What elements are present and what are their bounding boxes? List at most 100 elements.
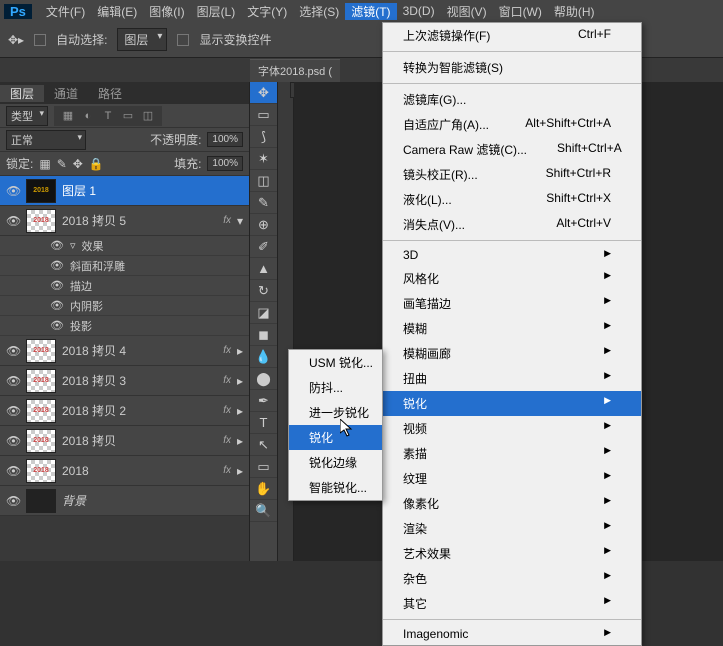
marquee-tool[interactable]: ▭ <box>250 104 277 126</box>
menu-sharpen-more[interactable]: 进一步锐化 <box>289 400 382 425</box>
fx-badge[interactable]: fx <box>223 435 231 446</box>
lock-trans-icon[interactable]: ▦ <box>39 157 50 171</box>
move-tool[interactable]: ✥ <box>250 82 277 104</box>
submenu-brushstrokes[interactable]: 画笔描边 <box>383 291 641 316</box>
visibility-icon[interactable]: 👁 <box>6 434 20 448</box>
menu-shake-reduce[interactable]: 防抖... <box>289 375 382 400</box>
menu-layer[interactable]: 图层(L) <box>191 3 242 20</box>
show-transform-checkbox[interactable] <box>177 34 189 46</box>
layer-kind-dropdown[interactable]: 类型 <box>6 106 48 126</box>
visibility-icon[interactable]: 👁 <box>50 319 64 332</box>
visibility-icon[interactable]: 👁 <box>50 279 64 292</box>
visibility-icon[interactable]: 👁 <box>50 259 64 272</box>
filter-adjust-icon[interactable]: ◐ <box>80 108 96 124</box>
history-brush-tool[interactable]: ↻ <box>250 280 277 302</box>
menu-filter-gallery[interactable]: 滤镜库(G)... <box>383 87 641 112</box>
fx-expand-icon[interactable]: ▸ <box>237 374 243 388</box>
menu-filter[interactable]: 滤镜(T) <box>345 3 396 20</box>
menu-lens-correction[interactable]: 镜头校正(R)...Shift+Ctrl+R <box>383 162 641 187</box>
opacity-value[interactable]: 100% <box>207 132 243 147</box>
fx-item[interactable]: 👁投影 <box>0 316 249 336</box>
visibility-icon[interactable]: 👁 <box>6 404 20 418</box>
menu-sharpen-edges[interactable]: 锐化边缘 <box>289 450 382 475</box>
menu-usm-sharpen[interactable]: USM 锐化... <box>289 350 382 375</box>
fx-expand-icon[interactable]: ▸ <box>237 464 243 478</box>
layer-row[interactable]: 👁 2018 2018 拷贝 5 fx▾ <box>0 206 249 236</box>
blend-mode-dropdown[interactable]: 正常 <box>6 130 86 150</box>
visibility-icon[interactable]: 👁 <box>6 494 20 508</box>
blur-tool[interactable]: 💧 <box>250 346 277 368</box>
auto-select-checkbox[interactable] <box>34 34 46 46</box>
menu-camera-raw[interactable]: Camera Raw 滤镜(C)...Shift+Ctrl+A <box>383 137 641 162</box>
submenu-blur[interactable]: 模糊 <box>383 316 641 341</box>
path-tool[interactable]: ↖ <box>250 434 277 456</box>
gradient-tool[interactable]: ◼ <box>250 324 277 346</box>
type-tool[interactable]: T <box>250 412 277 434</box>
hand-tool[interactable]: ✋ <box>250 478 277 500</box>
fx-expand-icon[interactable]: ▸ <box>237 404 243 418</box>
fx-expand-icon[interactable]: ▸ <box>237 434 243 448</box>
submenu-pixelate[interactable]: 像素化 <box>383 491 641 516</box>
visibility-icon[interactable]: 👁 <box>6 184 20 198</box>
document-tab[interactable]: 字体2018.psd ( <box>250 59 340 82</box>
stamp-tool[interactable]: ▲ <box>250 258 277 280</box>
submenu-noise[interactable]: 杂色 <box>383 566 641 591</box>
visibility-icon[interactable]: 👁 <box>50 239 64 252</box>
lock-pos-icon[interactable]: ✥ <box>73 157 83 171</box>
dodge-tool[interactable]: ⬤ <box>250 368 277 390</box>
submenu-render[interactable]: 渲染 <box>383 516 641 541</box>
heal-tool[interactable]: ⊕ <box>250 214 277 236</box>
fx-badge[interactable]: fx <box>223 375 231 386</box>
wand-tool[interactable]: ✶ <box>250 148 277 170</box>
menu-adaptive-wide[interactable]: 自适应广角(A)...Alt+Shift+Ctrl+A <box>383 112 641 137</box>
menu-type[interactable]: 文字(Y) <box>241 3 293 20</box>
filter-text-icon[interactable]: T <box>100 108 116 124</box>
submenu-distort[interactable]: 扭曲 <box>383 366 641 391</box>
submenu-blur-gallery[interactable]: 模糊画廊 <box>383 341 641 366</box>
lasso-tool[interactable]: ⟆ <box>250 126 277 148</box>
menu-edit[interactable]: 编辑(E) <box>91 3 143 20</box>
menu-3d[interactable]: 3D(D) <box>397 4 441 18</box>
layer-row[interactable]: 👁20182018 拷贝 2fx▸ <box>0 396 249 426</box>
lock-pixel-icon[interactable]: ✎ <box>57 157 67 171</box>
menu-file[interactable]: 文件(F) <box>40 3 91 20</box>
lock-all-icon[interactable]: 🔒 <box>89 157 104 171</box>
submenu-video[interactable]: 视频 <box>383 416 641 441</box>
menu-select[interactable]: 选择(S) <box>293 3 345 20</box>
menu-liquify[interactable]: 液化(L)...Shift+Ctrl+X <box>383 187 641 212</box>
fx-badge[interactable]: fx <box>223 345 231 356</box>
submenu-sketch[interactable]: 素描 <box>383 441 641 466</box>
menu-sharpen[interactable]: 锐化 <box>289 425 382 450</box>
eyedropper-tool[interactable]: ✎ <box>250 192 277 214</box>
menu-convert-smart[interactable]: 转换为智能滤镜(S) <box>383 55 641 80</box>
submenu-texture[interactable]: 纹理 <box>383 466 641 491</box>
menu-window[interactable]: 窗口(W) <box>493 3 548 20</box>
tab-channels[interactable]: 通道 <box>44 85 88 102</box>
submenu-imagenomic[interactable]: Imagenomic <box>383 623 641 645</box>
fx-badge[interactable]: fx <box>223 465 231 476</box>
zoom-tool[interactable]: 🔍 <box>250 500 277 522</box>
visibility-icon[interactable]: 👁 <box>6 344 20 358</box>
crop-tool[interactable]: ◫ <box>250 170 277 192</box>
layer-row[interactable]: 👁20182018fx▸ <box>0 456 249 486</box>
tab-paths[interactable]: 路径 <box>88 85 132 102</box>
shape-tool[interactable]: ▭ <box>250 456 277 478</box>
fx-item[interactable]: 👁描边 <box>0 276 249 296</box>
fx-item[interactable]: 👁斜面和浮雕 <box>0 256 249 276</box>
auto-select-target-dropdown[interactable]: 图层 <box>117 28 167 51</box>
filter-smart-icon[interactable]: ◫ <box>140 108 156 124</box>
submenu-stylize[interactable]: 风格化 <box>383 266 641 291</box>
layer-row[interactable]: 👁20182018 拷贝 4fx▸ <box>0 336 249 366</box>
submenu-3d[interactable]: 3D <box>383 244 641 266</box>
submenu-sharpen[interactable]: 锐化 <box>383 391 641 416</box>
visibility-icon[interactable]: 👁 <box>6 374 20 388</box>
menu-smart-sharpen[interactable]: 智能锐化... <box>289 475 382 500</box>
fx-expand-icon[interactable]: ▸ <box>237 344 243 358</box>
filter-pixel-icon[interactable]: ▦ <box>60 108 76 124</box>
pen-tool[interactable]: ✒ <box>250 390 277 412</box>
visibility-icon[interactable]: 👁 <box>6 214 20 228</box>
menu-last-filter[interactable]: 上次滤镜操作(F)Ctrl+F <box>383 23 641 48</box>
fx-badge[interactable]: fx <box>223 405 231 416</box>
menu-help[interactable]: 帮助(H) <box>548 3 601 20</box>
submenu-artistic[interactable]: 艺术效果 <box>383 541 641 566</box>
